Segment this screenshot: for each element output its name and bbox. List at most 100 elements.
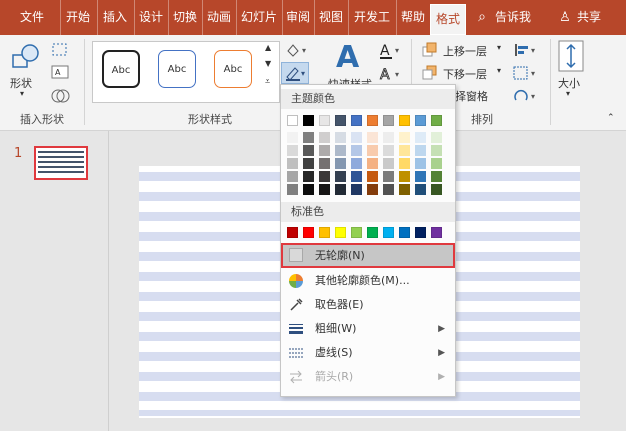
collapse-ribbon-icon[interactable]: ⌃: [607, 113, 615, 123]
theme-color-swatch[interactable]: [335, 115, 346, 126]
theme-shade-swatch[interactable]: [431, 132, 442, 143]
chevron-down-icon[interactable]: ▾: [20, 89, 24, 98]
standard-color-swatch[interactable]: [319, 227, 330, 238]
theme-shade-swatch[interactable]: [399, 171, 410, 182]
style-preset-orange[interactable]: Abc: [214, 50, 252, 88]
tab-insert[interactable]: 插入: [97, 0, 132, 35]
shapes-icon[interactable]: [11, 43, 41, 71]
style-preset-black[interactable]: Abc: [102, 50, 140, 88]
theme-shade-swatch[interactable]: [383, 132, 394, 143]
text-box-icon[interactable]: A: [50, 64, 72, 82]
theme-shade-swatch[interactable]: [367, 184, 378, 195]
theme-color-swatch[interactable]: [367, 115, 378, 126]
theme-color-swatch[interactable]: [383, 115, 394, 126]
theme-shade-swatch[interactable]: [335, 145, 346, 156]
theme-shade-swatch[interactable]: [415, 145, 426, 156]
theme-shade-swatch[interactable]: [303, 145, 314, 156]
send-backward-icon[interactable]: [422, 65, 440, 81]
tell-me-box[interactable]: 告诉我: [492, 0, 534, 35]
theme-shade-swatch[interactable]: [351, 132, 362, 143]
theme-shade-swatch[interactable]: [415, 132, 426, 143]
standard-color-swatch[interactable]: [303, 227, 314, 238]
theme-shade-swatch[interactable]: [319, 145, 330, 156]
stripe-shape[interactable]: [139, 410, 580, 416]
shape-fill-icon[interactable]: ▾: [283, 41, 313, 61]
tab-slideshow[interactable]: 幻灯片: [236, 0, 281, 35]
style-preset-blue[interactable]: Abc: [158, 50, 196, 88]
tab-file[interactable]: 文件: [6, 0, 58, 35]
tab-review[interactable]: 审阅: [282, 0, 313, 35]
wordart-a-icon[interactable]: A: [333, 39, 367, 73]
size-icon[interactable]: [557, 40, 585, 72]
theme-shade-swatch[interactable]: [335, 171, 346, 182]
theme-shade-swatch[interactable]: [415, 171, 426, 182]
theme-shade-swatch[interactable]: [287, 132, 298, 143]
theme-shade-swatch[interactable]: [367, 132, 378, 143]
tab-format[interactable]: 格式: [430, 4, 466, 35]
dashes-item[interactable]: 虚线(S) ▶: [281, 341, 455, 365]
theme-shade-swatch[interactable]: [351, 171, 362, 182]
bring-forward-icon[interactable]: [422, 42, 440, 58]
theme-shade-swatch[interactable]: [399, 158, 410, 169]
tab-home[interactable]: 开始: [60, 0, 95, 35]
theme-shade-swatch[interactable]: [303, 158, 314, 169]
standard-color-swatch[interactable]: [351, 227, 362, 238]
tab-view[interactable]: 视图: [314, 0, 347, 35]
theme-shade-swatch[interactable]: [367, 158, 378, 169]
theme-shade-swatch[interactable]: [335, 158, 346, 169]
theme-shade-swatch[interactable]: [415, 184, 426, 195]
theme-shade-swatch[interactable]: [319, 132, 330, 143]
theme-color-swatch[interactable]: [399, 115, 410, 126]
theme-color-swatch[interactable]: [431, 115, 442, 126]
theme-shade-swatch[interactable]: [399, 145, 410, 156]
standard-color-swatch[interactable]: [287, 227, 298, 238]
tab-animations[interactable]: 动画: [202, 0, 235, 35]
standard-color-swatch[interactable]: [431, 227, 442, 238]
theme-color-swatch[interactable]: [287, 115, 298, 126]
gallery-more-icon[interactable]: ⩡: [265, 77, 270, 87]
theme-shade-swatch[interactable]: [383, 171, 394, 182]
tab-transitions[interactable]: 切换: [168, 0, 201, 35]
shape-outline-button[interactable]: ▾: [281, 62, 309, 84]
gallery-down-icon[interactable]: ▼: [265, 59, 271, 68]
theme-shade-swatch[interactable]: [303, 171, 314, 182]
standard-color-swatch[interactable]: [383, 227, 394, 238]
theme-shade-swatch[interactable]: [335, 132, 346, 143]
theme-shade-swatch[interactable]: [367, 171, 378, 182]
theme-shade-swatch[interactable]: [431, 184, 442, 195]
theme-shade-swatch[interactable]: [383, 145, 394, 156]
slide-thumbnail[interactable]: [34, 146, 88, 180]
theme-shade-swatch[interactable]: [287, 158, 298, 169]
tab-developer[interactable]: 开发工: [348, 0, 395, 35]
theme-shade-swatch[interactable]: [287, 184, 298, 195]
send-backward-button[interactable]: 下移一层: [443, 66, 487, 82]
group-icon[interactable]: ▾: [512, 65, 538, 81]
chevron-down-icon[interactable]: ▾: [497, 66, 501, 75]
theme-color-swatch[interactable]: [351, 115, 362, 126]
theme-shade-swatch[interactable]: [303, 184, 314, 195]
text-fill-icon[interactable]: A ▾: [378, 41, 404, 61]
no-outline-item[interactable]: 无轮廓(N): [281, 243, 455, 268]
text-outline-icon[interactable]: A ▾: [378, 65, 404, 85]
tab-design[interactable]: 设计: [134, 0, 167, 35]
theme-shade-swatch[interactable]: [351, 184, 362, 195]
theme-shade-swatch[interactable]: [399, 132, 410, 143]
eyedropper-item[interactable]: 取色器(E): [281, 293, 455, 317]
theme-color-swatch[interactable]: [303, 115, 314, 126]
chevron-down-icon[interactable]: ▾: [497, 43, 501, 52]
theme-shade-swatch[interactable]: [351, 158, 362, 169]
align-icon[interactable]: ▾: [512, 42, 538, 58]
weight-item[interactable]: 粗细(W) ▶: [281, 317, 455, 341]
bring-forward-button[interactable]: 上移一层: [443, 43, 487, 59]
gallery-up-icon[interactable]: ▲: [265, 43, 271, 52]
theme-shade-swatch[interactable]: [399, 184, 410, 195]
edit-shape-icon[interactable]: [50, 41, 72, 59]
theme-shade-swatch[interactable]: [287, 145, 298, 156]
theme-shade-swatch[interactable]: [431, 145, 442, 156]
more-colors-item[interactable]: 其他轮廓颜色(M)...: [281, 269, 455, 293]
selection-pane-button[interactable]: 择窗格: [455, 88, 488, 104]
rotate-icon[interactable]: ▾: [512, 88, 538, 104]
share-button[interactable]: 共享: [574, 0, 604, 35]
theme-shade-swatch[interactable]: [319, 158, 330, 169]
theme-color-swatch[interactable]: [415, 115, 426, 126]
